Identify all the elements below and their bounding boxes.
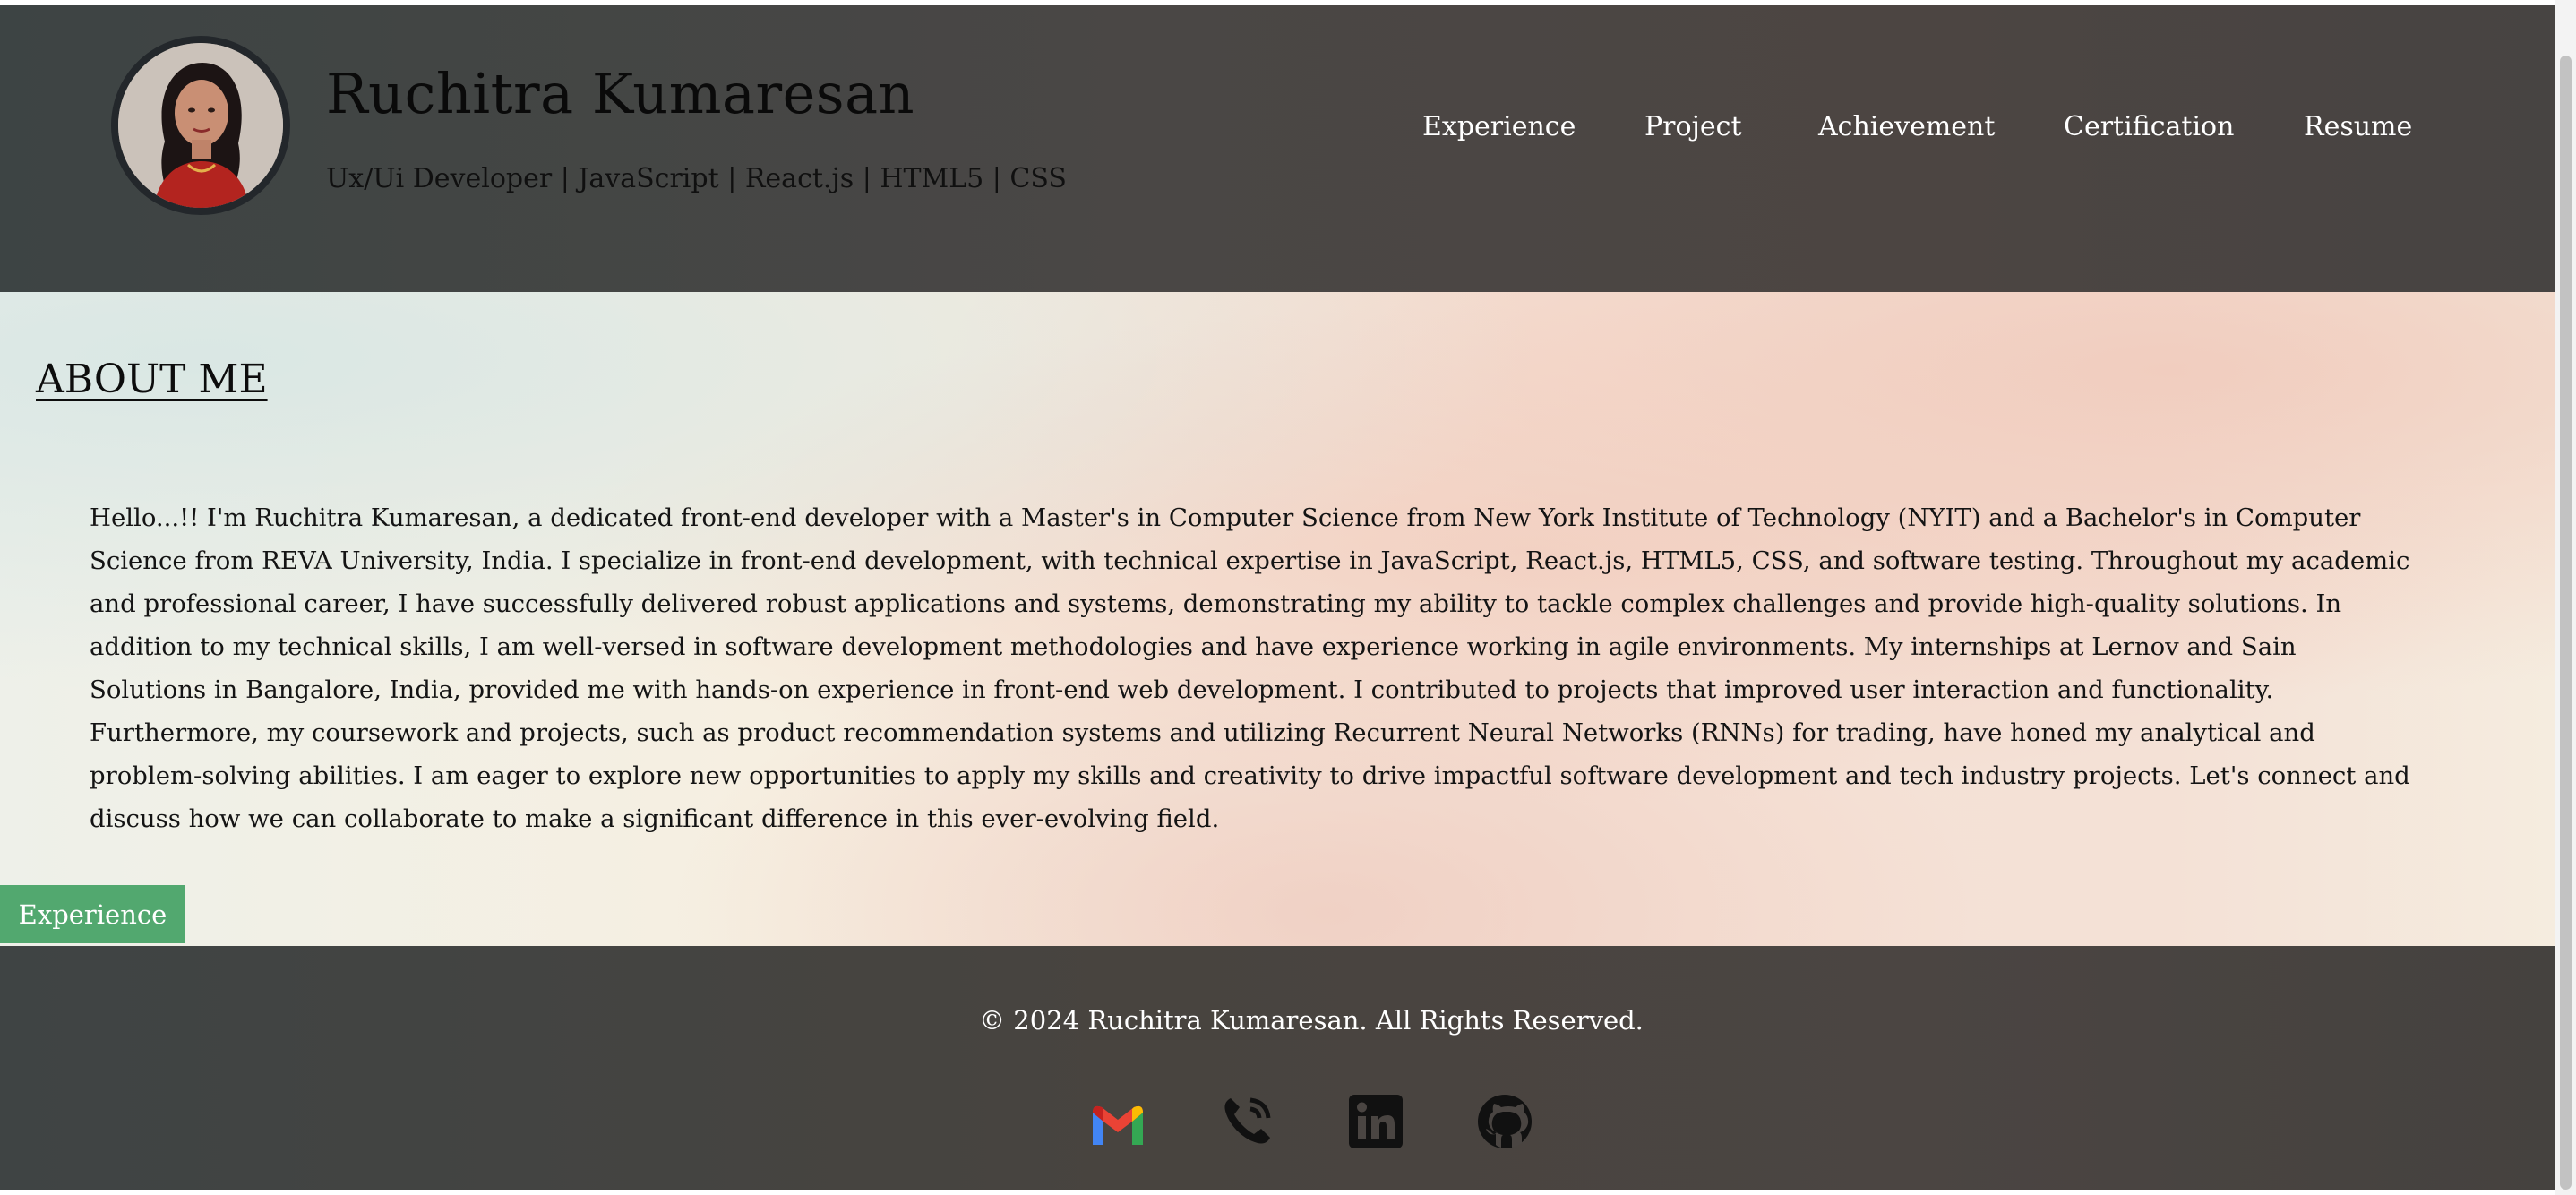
nav-link-experience[interactable]: Experience: [1422, 111, 1576, 142]
page: Ruchitra Kumaresan Ux/Ui Developer | Jav…: [0, 5, 2555, 1190]
about-heading: ABOUT ME: [36, 357, 268, 402]
about-section: ABOUT ME Hello...!! I'm Ruchitra Kumares…: [0, 292, 2555, 946]
linkedin-icon[interactable]: [1347, 1093, 1404, 1150]
copyright-text: © 2024 Ruchitra Kumaresan. All Rights Re…: [979, 1005, 1644, 1036]
page-scrollbar[interactable]: [2555, 0, 2576, 1195]
nav-link-resume[interactable]: Resume: [2304, 111, 2412, 142]
site-header: Ruchitra Kumaresan Ux/Ui Developer | Jav…: [0, 5, 2555, 292]
nav-link-achievement[interactable]: Achievement: [1818, 111, 1995, 142]
about-paragraph: Hello...!! I'm Ruchitra Kumaresan, a ded…: [90, 503, 2410, 833]
site-footer: © 2024 Ruchitra Kumaresan. All Rights Re…: [0, 946, 2555, 1190]
phone-icon[interactable]: [1218, 1093, 1275, 1150]
nav-link-project[interactable]: Project: [1644, 111, 1742, 142]
github-icon[interactable]: [1476, 1093, 1533, 1150]
gmail-icon[interactable]: [1089, 1093, 1146, 1150]
experience-button[interactable]: Experience: [0, 885, 185, 943]
nav-link-certification[interactable]: Certification: [2064, 111, 2234, 142]
main-navigation: Experience Project Achievement Certifica…: [0, 111, 2555, 150]
role-tagline: Ux/Ui Developer | JavaScript | React.js …: [326, 163, 1067, 194]
scrollbar-thumb[interactable]: [2560, 56, 2572, 1190]
social-links: [0, 1093, 2555, 1150]
